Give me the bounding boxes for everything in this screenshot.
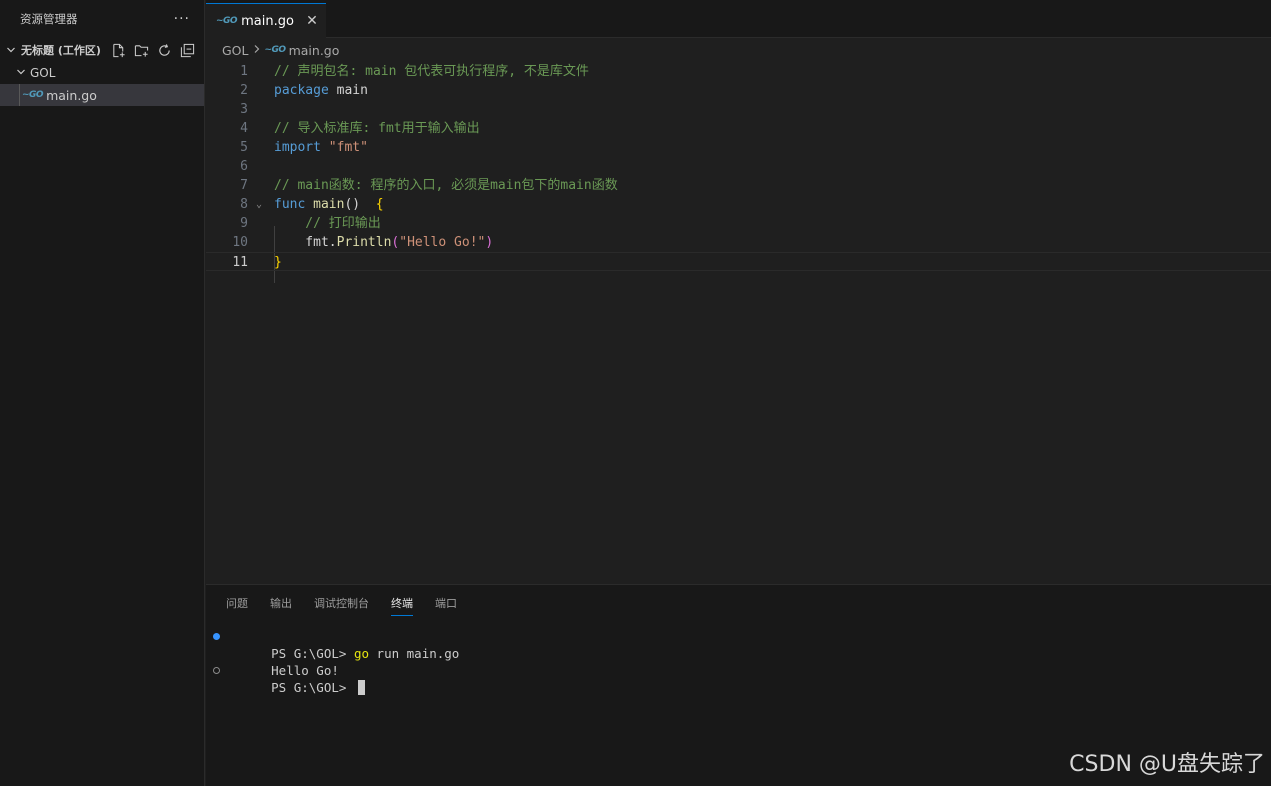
tree-indent-guide — [19, 84, 20, 106]
code-token: "Hello Go!" — [399, 235, 486, 250]
code-text: // 导入标准库: fmt用于输入输出 — [274, 119, 480, 138]
terminal[interactable]: PS G:\GOL> go run main.go Hello Go! PS G… — [206, 621, 1271, 695]
line-number: 11 — [232, 255, 248, 270]
line-number: 10 — [232, 235, 248, 250]
code-line[interactable]: 9 // 打印输出 — [206, 214, 1271, 233]
code-token: // 声明包名: main 包代表可执行程序, 不是库文件 — [274, 64, 589, 79]
editor-area: ~GO main.go ✕ GOL ~GO main.go 1 // 声明包名: … — [206, 0, 1271, 584]
terminal-cursor — [357, 680, 365, 695]
code-line[interactable]: 6 — [206, 157, 1271, 176]
new-file-icon[interactable] — [110, 42, 127, 59]
command-pending-icon[interactable] — [213, 667, 220, 674]
panel-tab-0[interactable]: 问题 — [226, 591, 248, 615]
tab-bar: ~GO main.go ✕ — [206, 0, 1271, 38]
go-file-icon: ~GO — [216, 16, 238, 26]
code-line[interactable]: 8 ⌄ func main() { — [206, 195, 1271, 214]
breadcrumb: GOL ~GO main.go — [206, 38, 1271, 62]
terminal-line: PS G:\GOL> — [213, 662, 1271, 695]
workspace-row[interactable]: 无标题 (工作区) — [0, 38, 204, 62]
code-line[interactable]: 7 // main函数: 程序的入口, 必须是main包下的main函数 — [206, 176, 1271, 195]
code-text: func main() { — [274, 195, 384, 214]
command-success-icon[interactable] — [213, 633, 220, 640]
panel-tab-1[interactable]: 输出 — [270, 591, 292, 615]
tab-main-go[interactable]: ~GO main.go ✕ — [206, 3, 326, 38]
explorer-header: 资源管理器 ··· — [0, 0, 204, 38]
code-token: // 打印输出 — [274, 216, 381, 231]
workspace-actions — [110, 42, 204, 59]
code-token: package — [274, 83, 329, 98]
code-editor[interactable]: 1 // 声明包名: main 包代表可执行程序, 不是库文件 2 package m… — [206, 62, 1271, 283]
code-text: import "fmt" — [274, 138, 368, 157]
fold-chevron-icon[interactable]: ⌄ — [256, 195, 262, 214]
breadcrumb-folder[interactable]: GOL — [222, 43, 249, 58]
code-line[interactable]: 5 import "fmt" — [206, 138, 1271, 157]
code-token: // 导入标准库: fmt用于输入输出 — [274, 121, 480, 136]
go-file-icon: ~GO — [264, 45, 287, 55]
code-token: Println — [336, 235, 392, 250]
line-number: 6 — [240, 159, 248, 174]
code-text: package main — [274, 81, 368, 100]
file-label: main.go — [46, 87, 97, 103]
panel-tab-2[interactable]: 调试控制台 — [314, 591, 369, 615]
code-line[interactable]: 11} — [206, 252, 1271, 271]
code-line[interactable]: 10 fmt.Println("Hello Go!") — [206, 233, 1271, 252]
folder-label: GOL — [30, 66, 56, 80]
terminal-output-line: Hello Go! — [226, 645, 1271, 678]
code-token: main — [305, 197, 345, 212]
code-line[interactable]: 2 package main — [206, 81, 1271, 100]
new-folder-icon[interactable] — [133, 42, 150, 59]
line-number: 9 — [240, 216, 248, 231]
line-number: 8 — [240, 197, 248, 212]
line-number: 7 — [240, 178, 248, 193]
code-text: // 声明包名: main 包代表可执行程序, 不是库文件 — [274, 62, 589, 81]
code-token: "fmt" — [320, 140, 368, 155]
refresh-icon[interactable] — [156, 42, 173, 59]
code-token: } — [274, 255, 282, 270]
line-number: 3 — [240, 102, 248, 117]
explorer-title: 资源管理器 — [20, 12, 78, 26]
code-line[interactable]: 4 // 导入标准库: fmt用于输入输出 — [206, 119, 1271, 138]
tab-label: main.go — [241, 13, 294, 29]
close-icon[interactable]: ✕ — [302, 13, 322, 29]
go-file-icon: ~GO — [22, 90, 44, 100]
code-line[interactable]: 3 — [206, 100, 1271, 119]
line-number: 1 — [240, 64, 248, 79]
code-text: } — [274, 253, 282, 272]
file-row-main-go[interactable]: ~GO main.go — [0, 84, 204, 106]
watermark: CSDN @U盘失踪了 — [1069, 752, 1265, 777]
explorer-sidebar: 资源管理器 ··· 无标题 (工作区) GOL ~GO main.go — [0, 0, 205, 786]
code-token: func — [274, 197, 306, 212]
more-actions-icon[interactable]: ··· — [174, 11, 190, 27]
code-line[interactable]: 1 // 声明包名: main 包代表可执行程序, 不是库文件 — [206, 62, 1271, 81]
code-token: () — [344, 197, 361, 212]
code-token: ) — [485, 235, 494, 250]
panel-tabs: 问题 输出 调试控制台 终端 端口 — [206, 585, 1271, 621]
code-text: // 打印输出 — [274, 214, 381, 233]
line-number: 5 — [240, 140, 248, 155]
chevron-down-icon — [4, 45, 18, 55]
terminal-prompt: PS G:\GOL> — [271, 680, 354, 695]
breadcrumb-file[interactable]: main.go — [289, 43, 340, 58]
line-number: 2 — [240, 83, 248, 98]
code-token: import — [274, 140, 321, 155]
panel-tab-3[interactable]: 终端 — [391, 591, 413, 616]
code-token: main — [328, 83, 368, 98]
code-token: // main函数: 程序的入口, 必须是main包下的main函数 — [274, 178, 618, 193]
terminal-line: PS G:\GOL> go run main.go — [213, 628, 1271, 661]
code-text: fmt.Println("Hello Go!") — [274, 233, 493, 252]
code-token: { — [360, 197, 384, 212]
chevron-down-icon — [16, 66, 26, 81]
folder-row-gol[interactable]: GOL — [0, 62, 204, 84]
collapse-all-icon[interactable] — [179, 42, 196, 59]
chevron-right-icon — [253, 44, 261, 57]
workspace-label: 无标题 (工作区) — [21, 44, 101, 57]
code-token: fmt. — [274, 235, 337, 250]
code-text: // main函数: 程序的入口, 必须是main包下的main函数 — [274, 176, 618, 195]
line-number: 4 — [240, 121, 248, 136]
panel-tab-4[interactable]: 端口 — [435, 591, 457, 615]
